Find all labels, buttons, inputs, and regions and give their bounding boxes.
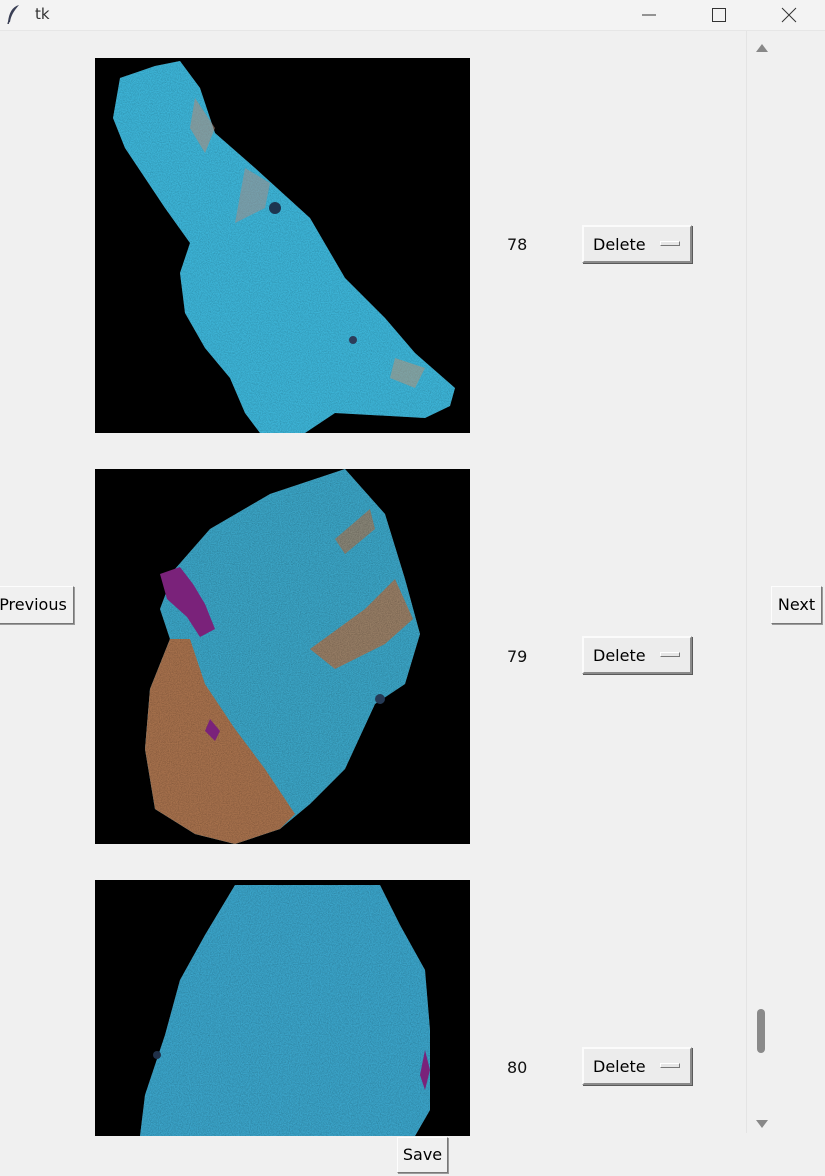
dropdown-value: Delete <box>593 235 646 254</box>
close-button[interactable] <box>754 0 824 30</box>
row-action-dropdown[interactable]: Delete <box>582 636 692 674</box>
save-button[interactable]: Save <box>397 1137 448 1173</box>
scroll-down-arrow-icon[interactable] <box>756 1120 768 1128</box>
grain-image <box>95 58 470 433</box>
row-id-label: 78 <box>507 235 528 254</box>
row-action-dropdown[interactable]: Delete <box>582 1047 692 1085</box>
dropdown-indicator-icon <box>660 1063 680 1068</box>
grain-image <box>95 469 470 844</box>
close-icon <box>781 7 797 23</box>
dropdown-indicator-icon <box>660 652 680 657</box>
minimize-icon <box>642 14 656 16</box>
minimize-button[interactable] <box>614 0 684 30</box>
row-id-label: 80 <box>507 1058 528 1077</box>
maximize-button[interactable] <box>684 0 754 30</box>
window-title: tk <box>35 5 50 23</box>
scroll-canvas[interactable]: 78 Delete 79 Delete 80 Delete Previous <box>0 31 746 1176</box>
title-bar: tk <box>0 0 825 31</box>
next-button[interactable]: Next <box>771 586 822 624</box>
row-action-dropdown[interactable]: Delete <box>582 225 692 263</box>
scrollbar-thumb[interactable] <box>757 1009 765 1053</box>
client-area: 78 Delete 79 Delete 80 Delete Previous N… <box>0 31 825 1176</box>
previous-button[interactable]: Previous <box>0 586 74 624</box>
dropdown-value: Delete <box>593 646 646 665</box>
dropdown-value: Delete <box>593 1057 646 1076</box>
dropdown-indicator-icon <box>660 241 680 246</box>
feather-icon <box>7 5 19 24</box>
vertical-scrollbar[interactable] <box>746 31 775 1133</box>
scroll-up-arrow-icon[interactable] <box>756 44 768 52</box>
row-id-label: 79 <box>507 647 528 666</box>
grain-image <box>95 880 470 1136</box>
maximize-icon <box>712 8 726 22</box>
